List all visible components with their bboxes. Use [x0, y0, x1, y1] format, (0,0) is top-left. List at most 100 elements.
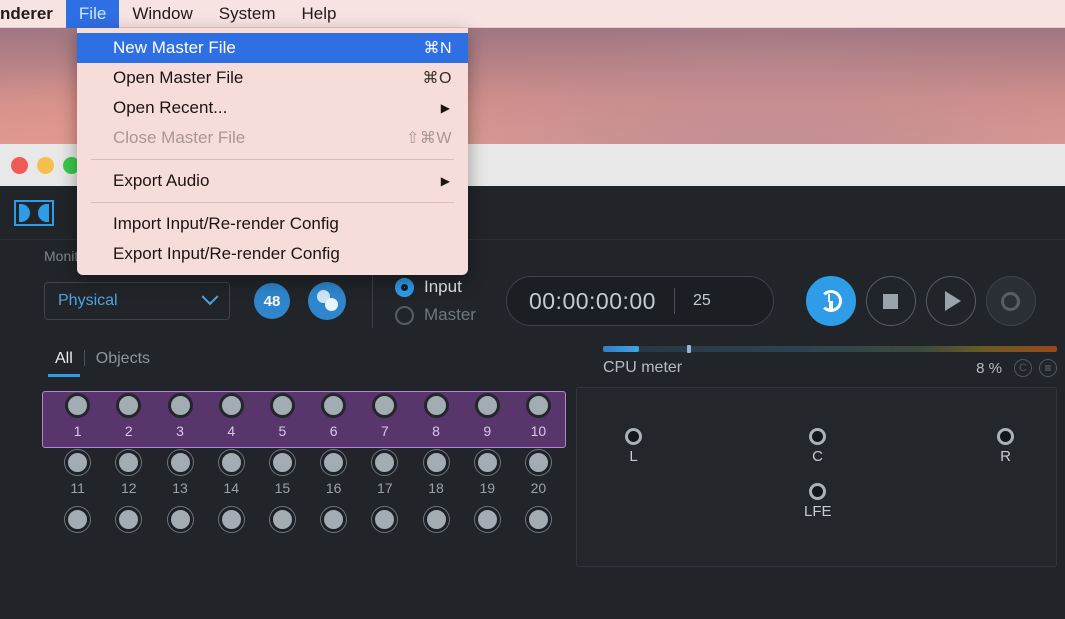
channel-cell[interactable]: 2	[103, 393, 154, 439]
channel-cell[interactable]	[410, 507, 461, 532]
channel-number: 6	[329, 423, 338, 439]
monitoring-mode-value: Physical	[58, 292, 118, 309]
submenu-arrow-icon: ▶	[440, 174, 450, 188]
channel-knob-icon	[321, 507, 347, 532]
channel-row-2: 11 12 13 14 15 16 17 18 19 20	[52, 450, 564, 496]
channel-knob-icon	[372, 393, 398, 418]
channel-cell[interactable]: 1	[52, 393, 103, 439]
menubar-item-window[interactable]: Window	[119, 0, 205, 28]
channel-cell[interactable]: 9	[462, 393, 513, 439]
menu-item-export-config[interactable]: Export Input/Re-render Config	[77, 239, 468, 269]
channel-knob-icon	[269, 507, 295, 532]
timecode-display[interactable]: 00:00:00:00 25	[505, 276, 774, 326]
monitoring-source-radios: Input Master	[395, 277, 476, 325]
channel-cell[interactable]: 11	[52, 450, 103, 496]
cpu-meter-label: CPU meter	[603, 359, 683, 376]
menubar-app-name[interactable]: nderer	[0, 0, 66, 28]
channel-knob-icon	[218, 507, 244, 532]
channel-number: 13	[172, 480, 188, 496]
channel-cell[interactable]: 7	[359, 393, 410, 439]
channel-count-badge[interactable]: 48	[254, 283, 290, 319]
stop-button[interactable]	[865, 276, 916, 326]
speaker-C[interactable]: C	[809, 428, 826, 465]
channel-cell[interactable]	[359, 507, 410, 532]
channel-knob-icon	[65, 393, 91, 418]
menubar-item-system[interactable]: System	[206, 0, 289, 28]
close-button[interactable]	[11, 156, 28, 174]
channel-knob-icon	[423, 507, 449, 532]
channel-cell[interactable]	[513, 507, 564, 532]
history-button[interactable]	[805, 276, 856, 326]
speaker-L[interactable]: L	[625, 428, 642, 465]
speaker-LFE[interactable]: LFE	[804, 483, 832, 520]
tabs-and-cpu-row: All Objects CPU meter 8 %	[0, 338, 1065, 377]
channel-cell[interactable]: 17	[359, 450, 410, 496]
channel-cell[interactable]: 19	[462, 450, 513, 496]
channel-cell[interactable]: 3	[154, 393, 205, 439]
menu-separator	[91, 202, 454, 203]
channel-number: 17	[377, 480, 393, 496]
channel-number: 20	[530, 480, 547, 496]
channel-knob-icon	[269, 450, 295, 475]
channel-cell[interactable]	[462, 507, 513, 532]
reset-icon[interactable]	[1014, 359, 1032, 377]
tab-all[interactable]: All	[44, 350, 84, 377]
channel-cell[interactable]: 15	[257, 450, 308, 496]
channel-cell[interactable]: 12	[103, 450, 154, 496]
channel-knob-icon	[65, 507, 91, 532]
monitoring-mode-select[interactable]: Physical	[44, 282, 230, 320]
menubar-item-file[interactable]: File	[65, 0, 120, 28]
channel-cell[interactable]	[52, 507, 103, 532]
menu-separator	[91, 159, 454, 160]
menu-item-new-master-file[interactable]: New Master File ⌘N	[77, 33, 468, 63]
menu-item-open-master-file[interactable]: Open Master File ⌘O	[77, 63, 468, 93]
channel-knob-icon	[116, 507, 142, 532]
screen-root: nderer File Window System Help Monitorin…	[0, 0, 1065, 619]
lower-panels: 1 2 3 4 5 6 7 8 9 10 11 12 13 14 15 16 1…	[0, 377, 1065, 567]
record-button[interactable]	[985, 276, 1036, 326]
stop-icon	[883, 293, 899, 309]
channel-number: 5	[278, 423, 287, 439]
channel-cell[interactable]: 5	[257, 393, 308, 439]
channel-knob-icon	[116, 450, 142, 475]
play-button[interactable]	[925, 276, 976, 326]
menu-item-export-audio[interactable]: Export Audio ▶	[77, 166, 468, 196]
menu-item-open-recent[interactable]: Open Recent... ▶	[77, 93, 468, 123]
radio-master[interactable]: Master	[395, 305, 476, 325]
channel-knob-icon	[321, 450, 347, 475]
channel-cell[interactable]: 4	[206, 393, 257, 439]
channel-cell[interactable]	[103, 507, 154, 532]
speaker-R[interactable]: R	[997, 428, 1014, 465]
channel-cell[interactable]	[206, 507, 257, 532]
menubar-item-help[interactable]: Help	[288, 0, 349, 28]
channel-cell[interactable]: 8	[410, 393, 461, 439]
speaker-config-icon[interactable]	[308, 282, 346, 320]
cpu-meter: CPU meter 8 %	[603, 345, 1065, 377]
channel-number: 8	[432, 423, 440, 439]
channel-cell[interactable]: 14	[206, 450, 257, 496]
menu-item-shortcut: ⌘N	[423, 40, 452, 57]
channel-knob-icon	[167, 450, 193, 475]
tab-objects[interactable]: Objects	[85, 350, 161, 377]
channel-cell[interactable]: 6	[308, 393, 359, 439]
channel-number: 12	[121, 480, 137, 496]
channel-number: 16	[325, 480, 342, 496]
channel-cell[interactable]	[154, 507, 205, 532]
channel-cell[interactable]	[257, 507, 308, 532]
speaker-dot-icon	[809, 483, 827, 500]
record-icon	[1001, 291, 1021, 311]
list-icon[interactable]	[1039, 359, 1057, 377]
channel-cell[interactable]: 13	[154, 450, 205, 496]
menu-item-import-config[interactable]: Import Input/Re-render Config	[77, 209, 468, 239]
channel-knob-icon	[218, 393, 244, 418]
radio-input[interactable]: Input	[395, 277, 476, 297]
channel-cell[interactable]	[308, 507, 359, 532]
minimize-button[interactable]	[37, 156, 54, 174]
channel-cell[interactable]: 10	[513, 393, 564, 439]
menu-item-label: Open Master File	[113, 68, 244, 87]
channel-row-3	[52, 507, 564, 532]
cpu-meter-fill	[603, 346, 640, 352]
channel-cell[interactable]: 16	[308, 450, 359, 496]
channel-cell[interactable]: 20	[513, 450, 564, 496]
channel-cell[interactable]: 18	[410, 450, 461, 496]
